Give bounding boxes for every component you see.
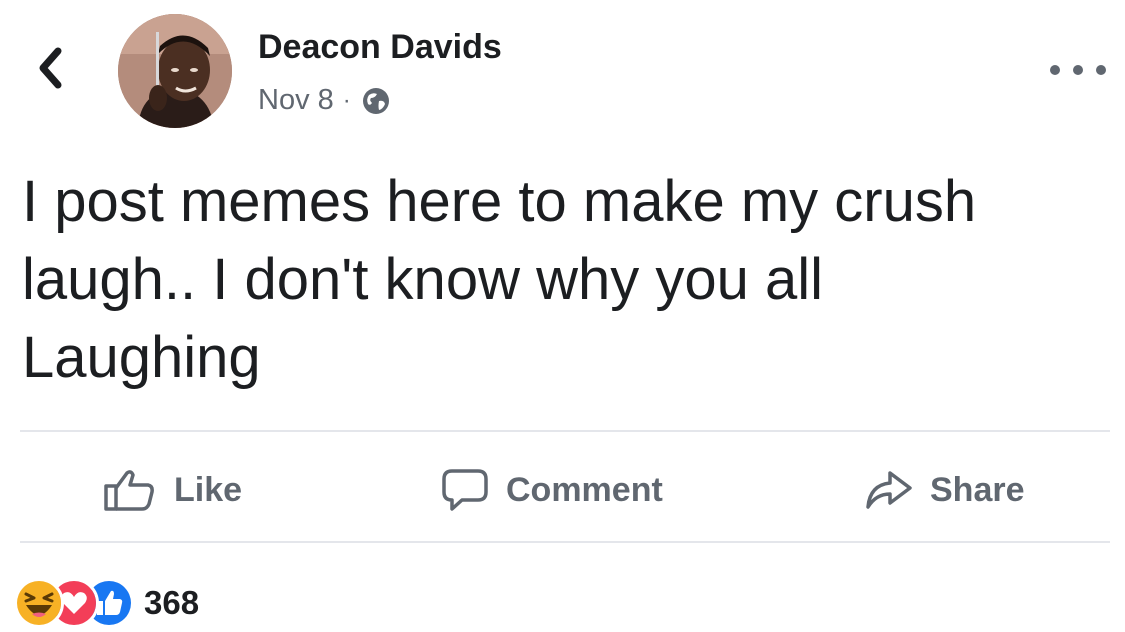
post-text-line: Laughing	[22, 325, 261, 390]
profile-photo	[118, 14, 232, 128]
avatar[interactable]	[118, 14, 232, 128]
more-dot-icon	[1096, 65, 1106, 75]
globe-icon[interactable]	[361, 86, 391, 116]
more-dot-icon	[1073, 65, 1083, 75]
divider	[20, 430, 1110, 432]
reaction-summary[interactable]: 368	[14, 578, 199, 628]
like-button[interactable]: Like	[102, 462, 242, 518]
share-icon	[866, 471, 912, 509]
divider	[20, 541, 1110, 543]
post-text: I post memes here to make my crush laugh…	[22, 163, 1102, 397]
comment-button[interactable]: Comment	[440, 462, 663, 518]
post-date[interactable]: Nov 8	[258, 84, 334, 117]
more-dot-icon	[1050, 65, 1060, 75]
thumbs-up-icon	[104, 470, 154, 511]
haha-reaction-icon	[14, 578, 64, 628]
comment-icon	[442, 469, 488, 511]
more-options-button[interactable]	[1050, 60, 1106, 80]
comment-label: Comment	[506, 470, 663, 509]
post-text-line: laugh.. I don't know why you all	[22, 247, 823, 312]
share-label: Share	[930, 470, 1025, 509]
meta-separator: ·	[342, 86, 351, 114]
post-meta: Nov 8 ·	[258, 84, 391, 117]
chevron-left-icon	[39, 47, 62, 89]
reaction-count: 368	[144, 584, 200, 621]
post-text-line: I post memes here to make my crush	[22, 169, 977, 234]
author-name[interactable]: Deacon Davids	[258, 28, 502, 67]
like-label: Like	[174, 470, 243, 509]
back-button[interactable]	[28, 42, 72, 94]
share-button[interactable]: Share	[864, 462, 1025, 518]
